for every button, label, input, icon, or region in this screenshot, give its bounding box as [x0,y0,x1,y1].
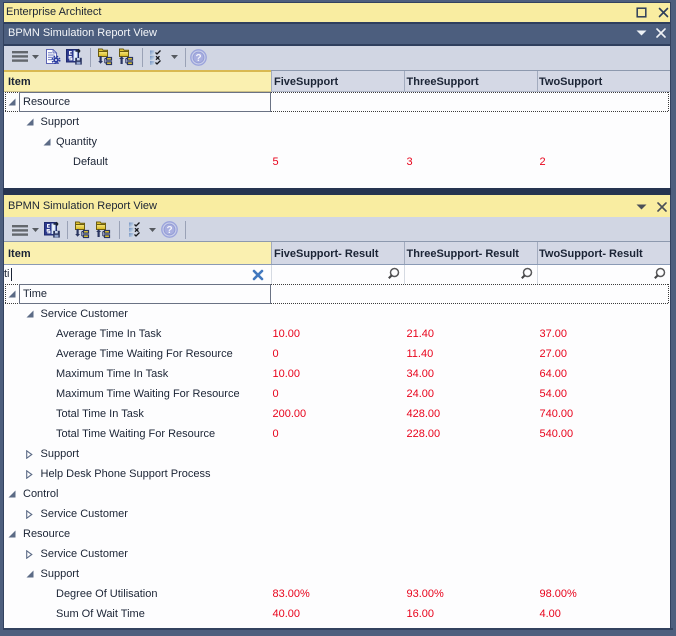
svg-text:?: ? [166,225,172,236]
svg-text:?: ? [195,53,201,64]
